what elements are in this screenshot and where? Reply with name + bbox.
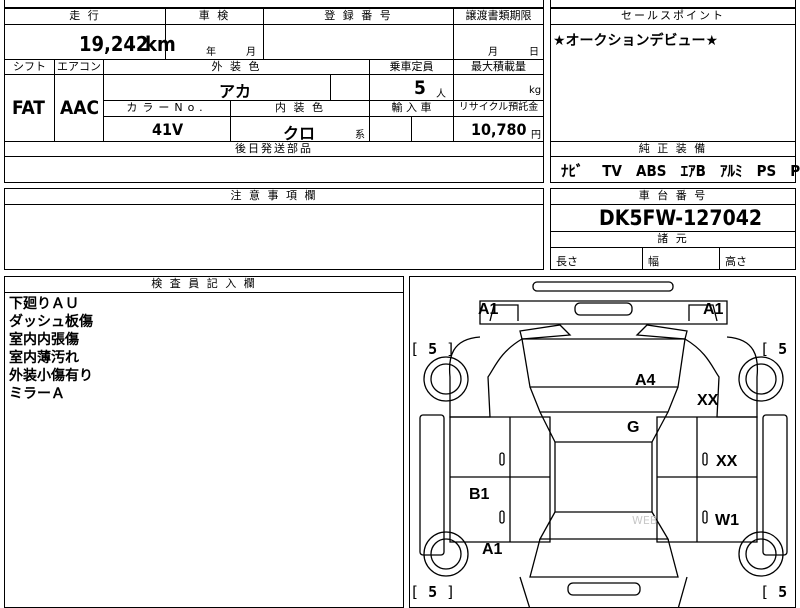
shift-cell: FAT bbox=[4, 74, 55, 142]
registration-cell bbox=[263, 24, 454, 60]
sales-point-label: セールスポイント bbox=[550, 8, 796, 25]
top-strip bbox=[4, 0, 544, 8]
load-unit: kg bbox=[529, 85, 542, 96]
inspector-line: 室内薄汚れ bbox=[9, 350, 79, 366]
color-no-label: カラーNo. bbox=[103, 100, 231, 117]
transfer-month: 月 bbox=[488, 47, 498, 58]
equipment-cell: ﾅﾋﾞ TV ABS ｴｱB ｱﾙﾐ PS PW bbox=[550, 156, 800, 183]
equipment-item: ﾅﾋﾞ bbox=[561, 162, 584, 180]
equipment-item: PW bbox=[790, 162, 800, 180]
damage-mark: A1 bbox=[478, 301, 499, 318]
equipment-item: ｱﾙﾐ bbox=[719, 162, 743, 180]
height-label: 高さ bbox=[725, 255, 747, 268]
shift-value: FAT bbox=[12, 97, 45, 119]
ac-value: AAC bbox=[60, 97, 100, 119]
ac-cell: AAC bbox=[54, 74, 104, 142]
exterior-label: 外 装 色 bbox=[103, 59, 370, 75]
damage-mark: XX bbox=[697, 392, 719, 409]
inspection-month: 月 bbox=[246, 47, 256, 58]
equipment-list: ﾅﾋﾞ TV ABS ｴｱB ｱﾙﾐ PS PW bbox=[561, 160, 800, 181]
damage-mark: XX bbox=[716, 453, 738, 470]
chassis-value: DK5FW-127042 bbox=[599, 206, 763, 230]
top-strip-right bbox=[550, 0, 796, 8]
interior-cell: クロ 系 bbox=[230, 116, 370, 143]
tire-tread-rear-left: [ 5 ] bbox=[410, 583, 456, 601]
equipment-item: ｴｱB bbox=[680, 162, 706, 180]
tire-tread-front-right: [ 5 ] bbox=[760, 340, 788, 358]
recycle-unit: 円 bbox=[531, 130, 541, 141]
notes-label: 注 意 事 項 欄 bbox=[4, 188, 544, 205]
chassis-cell: DK5FW-127042 bbox=[550, 204, 796, 232]
load-label: 最大積載量 bbox=[453, 59, 544, 75]
sales-point-text: ★オークションデビュー★ bbox=[553, 33, 719, 49]
load-cell: kg bbox=[453, 74, 544, 101]
exterior-cell: アカ bbox=[103, 74, 331, 101]
watermark: WEB bbox=[632, 514, 658, 527]
dims-label: 諸 元 bbox=[550, 231, 796, 248]
shift-label: シフト bbox=[4, 59, 55, 75]
later-parts-label: 後日発送部品 bbox=[4, 141, 544, 157]
import-cell-left bbox=[369, 116, 412, 142]
inspector-line: ミラーＡ bbox=[9, 386, 65, 402]
tire-tread-front-left: [ 5 ] bbox=[410, 340, 456, 358]
inspection-year: 年 bbox=[206, 47, 216, 58]
capacity-cell: 5 人 bbox=[369, 74, 454, 101]
height-cell: 高さ bbox=[719, 247, 796, 270]
damage-mark: A4 bbox=[635, 372, 656, 389]
inspector-label: 検 査 員 記 入 欄 bbox=[4, 276, 404, 293]
equipment-item: TV bbox=[602, 162, 622, 180]
inspection-label: 車 検 bbox=[165, 8, 264, 25]
mileage-value: 19,242 bbox=[79, 32, 149, 56]
damage-mark: W1 bbox=[715, 512, 739, 529]
inspector-line: ダッシュ板傷 bbox=[9, 314, 93, 330]
transfer-label: 譲渡書類期限 bbox=[453, 8, 544, 25]
transfer-day: 日 bbox=[529, 47, 539, 58]
length-label: 長さ bbox=[556, 255, 578, 268]
recycle-cell: 10,780 円 bbox=[453, 116, 544, 142]
sales-point-cell: ★オークションデビュー★ bbox=[550, 24, 796, 142]
inspector-cell: 下廻りＡＵ ダッシュ板傷 室内内張傷 室内薄汚れ 外装小傷有り ミラーＡ bbox=[4, 292, 404, 608]
import-label: 輸 入 車 bbox=[369, 100, 454, 117]
inspector-line: 室内内張傷 bbox=[9, 332, 79, 348]
mileage-cell: 19,242 km bbox=[4, 24, 176, 60]
mileage-label: 走 行 bbox=[4, 8, 166, 25]
exterior-value: アカ bbox=[219, 82, 252, 101]
damage-mark: B1 bbox=[469, 486, 490, 503]
damage-mark: A1 bbox=[703, 301, 724, 318]
capacity-value: 5 bbox=[414, 77, 426, 99]
equipment-item: PS bbox=[756, 162, 777, 180]
recycle-value: 10,780 bbox=[471, 120, 527, 139]
inspector-line: 外装小傷有り bbox=[9, 368, 93, 384]
interior-label: 内 装 色 bbox=[230, 100, 370, 117]
equipment-label: 純 正 装 備 bbox=[550, 141, 796, 157]
capacity-label: 乗車定員 bbox=[369, 59, 454, 75]
equipment-item: ABS bbox=[636, 162, 667, 180]
inspector-line: 下廻りＡＵ bbox=[9, 296, 79, 312]
damage-mark: A1 bbox=[482, 541, 503, 558]
car-diagram: A1 A1 A4 XX G XX B1 W1 A1 [ 5 ] [ 5 ] [ … bbox=[409, 276, 796, 608]
width-cell: 幅 bbox=[642, 247, 720, 270]
import-cell-right bbox=[411, 116, 454, 142]
damage-mark: G bbox=[627, 419, 640, 436]
color-no-value: 41V bbox=[152, 120, 184, 139]
interior-suffix: 系 bbox=[355, 130, 365, 141]
exterior-extra-cell bbox=[330, 74, 370, 101]
registration-label: 登 録 番 号 bbox=[263, 8, 454, 25]
width-label: 幅 bbox=[648, 255, 659, 268]
later-parts-cell bbox=[4, 156, 544, 183]
length-cell: 長さ bbox=[550, 247, 643, 270]
ac-label: エアコン bbox=[54, 59, 104, 75]
inspector-lines: 下廻りＡＵ ダッシュ板傷 室内内張傷 室内薄汚れ 外装小傷有り ミラーＡ bbox=[9, 295, 93, 403]
chassis-label: 車 台 番 号 bbox=[550, 188, 796, 205]
color-no-cell: 41V bbox=[103, 116, 231, 142]
tire-tread-rear-right: [ 5 ] bbox=[760, 583, 788, 601]
capacity-unit: 人 bbox=[436, 89, 446, 100]
car-outline-icon bbox=[410, 277, 796, 608]
recycle-label: リサイクル預託金 bbox=[453, 100, 544, 117]
notes-cell bbox=[4, 204, 544, 270]
transfer-cell: 月 日 bbox=[453, 24, 544, 60]
inspection-cell: 年 月 bbox=[165, 24, 264, 60]
